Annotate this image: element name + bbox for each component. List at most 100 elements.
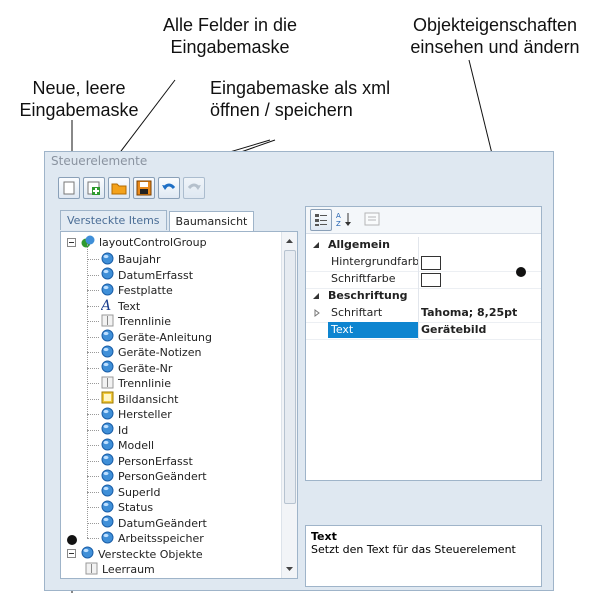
open-button[interactable] xyxy=(108,177,130,199)
tree-item[interactable]: Status xyxy=(101,499,153,516)
group-icon xyxy=(81,235,95,251)
annotation-xml: Eingabemaske als xml öffnen / speichern xyxy=(210,77,440,121)
tree-item-label: PersonErfasst xyxy=(118,454,193,468)
tree-connector xyxy=(87,538,99,539)
tree-connector xyxy=(87,445,99,446)
expand-arrow-icon[interactable] xyxy=(312,241,320,249)
property-name: Hintergrundfarb xyxy=(331,255,420,268)
tree-item-label: Arbeitsspeicher xyxy=(118,532,204,545)
tab-strip: Versteckte Items Baumansicht xyxy=(60,210,256,231)
tree-item[interactable]: DatumErfasst xyxy=(101,267,193,284)
scrollbar-thumb[interactable] xyxy=(284,250,296,504)
tree-item-label: SuperId xyxy=(118,485,161,499)
annotation-all-fields: Alle Felder in die Eingabemaske xyxy=(144,14,316,58)
tree-connector xyxy=(87,274,99,276)
property-category-label: Allgemein xyxy=(328,238,390,251)
scroll-down-icon[interactable] xyxy=(282,562,297,576)
tree-item[interactable]: PersonGeändert xyxy=(101,468,207,485)
tree-scrollbar[interactable] xyxy=(281,232,297,578)
undo-icon xyxy=(162,183,176,190)
tree-item-label: Modell xyxy=(118,439,155,452)
tree-item-label: Leerraum xyxy=(102,563,155,576)
tree-hidden-group[interactable]: Versteckte Objekte xyxy=(67,546,203,563)
save-button[interactable] xyxy=(133,177,155,199)
property-row[interactable]: Text Gerätebild xyxy=(306,322,541,340)
tree-item[interactable]: Leerraum xyxy=(85,561,155,578)
expand-arrow-icon[interactable] xyxy=(314,309,320,317)
tree-item[interactable]: Trennlinie xyxy=(101,313,171,330)
tree-item-label: Festplatte xyxy=(118,284,173,297)
tree-item[interactable]: Arbeitsspeicher xyxy=(101,530,204,547)
new-button[interactable] xyxy=(58,177,80,199)
collapse-icon[interactable] xyxy=(67,549,77,559)
undo-button[interactable] xyxy=(158,177,180,199)
tree-root-label: layoutControlGroup xyxy=(99,236,207,249)
categorized-icon xyxy=(315,214,327,226)
property-pages-button[interactable] xyxy=(364,211,380,232)
property-category-label: Beschriftung xyxy=(328,289,408,302)
sort-az-button[interactable]: AZ xyxy=(336,211,354,232)
tree-item[interactable]: Bildansicht xyxy=(101,391,178,408)
color-swatch[interactable] xyxy=(421,273,441,287)
tree-item[interactable]: Trennlinie xyxy=(101,375,171,392)
tree-item[interactable]: SuperId xyxy=(101,484,160,501)
color-swatch[interactable] xyxy=(421,256,441,270)
add-all-fields-button[interactable] xyxy=(83,177,105,199)
tree-item[interactable]: Modell xyxy=(101,437,154,454)
tree-item[interactable]: PersonErfasst xyxy=(101,453,193,470)
annotation-all-fields-line1: Alle Felder in die xyxy=(162,15,298,35)
description-title: Text xyxy=(311,530,337,543)
collapse-icon[interactable] xyxy=(67,237,77,248)
tree-connector xyxy=(87,414,99,415)
property-row[interactable]: Hintergrundfarb xyxy=(306,254,541,272)
annotation-xml-line1: Eingabemaske als xml xyxy=(210,78,391,98)
property-row[interactable]: Schriftart Tahoma; 8,25pt xyxy=(306,305,541,323)
property-value[interactable]: Gerätebild xyxy=(421,323,486,336)
tree-item[interactable]: A Text xyxy=(99,298,140,315)
tree-connector xyxy=(87,259,99,260)
tree-item[interactable]: Geräte-Nr xyxy=(101,360,172,377)
tab-hidden-items[interactable]: Versteckte Items xyxy=(60,210,167,230)
tree-item[interactable]: Festplatte xyxy=(101,282,173,299)
field-icon xyxy=(101,531,114,547)
annotation-new: Neue, leere Eingabemaske xyxy=(4,77,154,121)
field-icon xyxy=(101,407,114,423)
tree-item-label: PersonGeändert xyxy=(118,470,207,483)
tree-item[interactable]: Id xyxy=(101,422,128,439)
property-pages-icon xyxy=(364,212,380,226)
tab-tree-view[interactable]: Baumansicht xyxy=(168,211,255,231)
field-icon xyxy=(101,422,114,438)
tree-connector xyxy=(87,476,99,477)
field-icon xyxy=(101,484,114,500)
redo-button[interactable] xyxy=(183,177,205,199)
tree-item[interactable]: Hersteller xyxy=(101,406,172,423)
property-row[interactable]: Schriftfarbe xyxy=(306,271,541,289)
add-all-fields-icon xyxy=(87,181,100,195)
property-category[interactable]: Beschriftung xyxy=(306,288,541,305)
annotation-new-line2: Eingabemaske xyxy=(19,100,139,120)
tree-connector xyxy=(87,383,99,384)
tree-item-label: Geräte-Notizen xyxy=(118,346,202,359)
svg-text:A: A xyxy=(336,212,341,220)
field-icon xyxy=(101,438,114,454)
scroll-up-icon[interactable] xyxy=(282,234,297,248)
tree-item[interactable]: DatumGeändert xyxy=(101,515,207,532)
property-name: Schriftart xyxy=(331,306,383,319)
tree-item[interactable]: Baujahr xyxy=(101,251,161,268)
tree-view[interactable]: layoutControlGroup Baujahr DatumErfasst Fes… xyxy=(60,231,298,579)
property-category[interactable]: Allgemein xyxy=(306,237,541,254)
tree-item[interactable]: Geräte-Notizen xyxy=(101,344,201,361)
open-folder-icon xyxy=(111,183,127,195)
property-value[interactable]: Tahoma; 8,25pt xyxy=(421,306,517,319)
tree-connector xyxy=(87,429,99,431)
image-icon xyxy=(101,391,114,407)
categorized-button[interactable] xyxy=(310,209,332,231)
separator-icon xyxy=(101,376,114,392)
tree-item[interactable]: Geräte-Anleitung xyxy=(101,329,212,346)
expand-arrow-icon[interactable] xyxy=(312,292,320,300)
tree-item-label: Hersteller xyxy=(118,408,172,421)
annotation-all-fields-line2: Eingabemaske xyxy=(170,37,290,57)
toolbar xyxy=(58,177,205,201)
annotation-properties: Objekteigenschaften einsehen und ändern xyxy=(400,14,590,58)
tree-item-label: Trennlinie xyxy=(118,377,172,390)
